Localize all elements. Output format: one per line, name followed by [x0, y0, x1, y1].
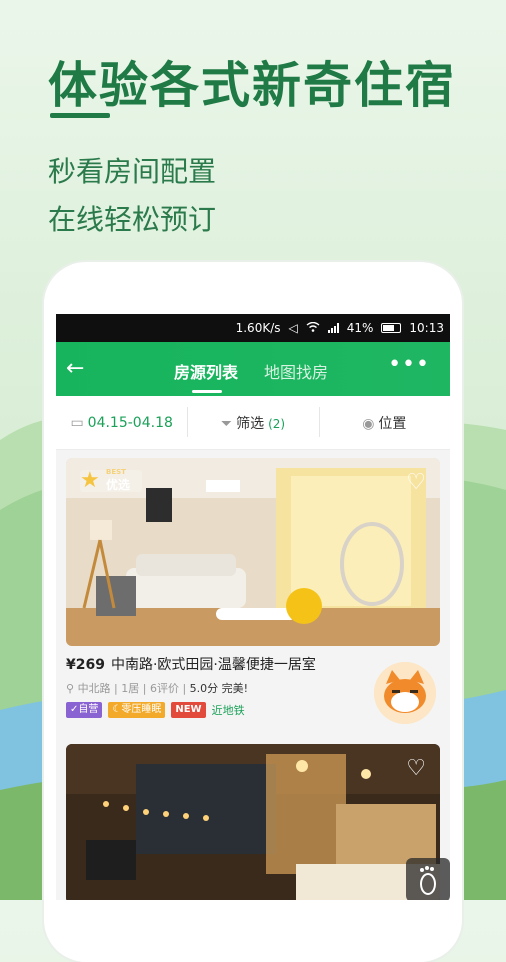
meta-reviews: 6评价: [149, 682, 179, 695]
meta-score: 5.0分: [189, 682, 219, 695]
battery-percent: 41%: [346, 321, 374, 335]
listing-photo[interactable]: ★ BEST 优选 ♡: [66, 458, 440, 646]
footprint-button[interactable]: [406, 858, 450, 900]
best-word: BEST: [106, 468, 126, 476]
promo-line-2: 在线轻松预订: [48, 203, 217, 236]
filter-button[interactable]: ⏷ 筛选 (2): [187, 406, 318, 437]
tag-sleep-label: 零压睡眠: [121, 704, 162, 715]
listing-price: ¥269: [66, 657, 105, 673]
date-range: 04.15-04.18: [87, 414, 173, 431]
best-label: 优选: [106, 478, 131, 492]
filter-bar: ▭ 04.15-04.18 ⏷ 筛选 (2) ◉ 位置: [56, 396, 450, 450]
tag-new: NEW: [171, 702, 206, 718]
tag-self-run-label: 自营: [78, 704, 99, 715]
bedroom-image: [66, 744, 440, 900]
tag-metro: 近地铁: [211, 704, 245, 717]
back-arrow-icon[interactable]: ←: [66, 356, 84, 381]
cat-face-icon: [374, 662, 436, 724]
location-filter[interactable]: ◉ 位置: [318, 406, 450, 437]
moon-icon: ☾: [112, 704, 122, 715]
tag-sleep: ☾零压睡眠: [108, 702, 166, 718]
pin-icon: ⚲: [66, 682, 75, 695]
meta-rooms: 1居: [121, 682, 140, 695]
network-speed: 1.60K/s: [235, 321, 281, 335]
tag-self-run: ✓自营: [66, 702, 103, 718]
more-icon[interactable]: •••: [388, 352, 430, 377]
clock: 10:13: [409, 321, 444, 335]
filter-count: (2): [268, 416, 286, 431]
location-label: 位置: [378, 415, 407, 432]
listing-photo-2[interactable]: ♡: [66, 744, 440, 900]
status-bar: 1.60K/s ◁ 41% 10:13: [56, 314, 450, 342]
tab-listing[interactable]: 房源列表: [174, 359, 238, 383]
battery-icon: [381, 323, 402, 333]
active-tab-indicator: [192, 390, 222, 393]
promo-line-1: 秒看房间配置: [48, 155, 217, 188]
best-badge: ★ BEST 优选: [80, 468, 142, 493]
mute-icon: ◁: [288, 321, 298, 335]
tab-map[interactable]: 地图找房: [264, 359, 328, 383]
meta-location: 中北路: [77, 682, 111, 695]
star-icon: ★: [80, 468, 100, 493]
meta-comment: 完美!: [221, 682, 249, 695]
listing-title: 中南路·欧式田园·温馨便捷一居室: [110, 657, 316, 673]
wifi-icon: [306, 321, 320, 335]
app-screen: 1.60K/s ◁ 41% 10:13 ← 房源列表 地图找房 ••• ▭ 04.…: [56, 314, 450, 900]
promo-headline: 体验各式新奇住宿: [48, 57, 457, 114]
location-pin-icon: ◉: [362, 415, 375, 432]
favorite-heart-icon-2[interactable]: ♡: [406, 756, 426, 781]
headline-underline: [50, 113, 110, 118]
top-navbar: ← 房源列表 地图找房 •••: [56, 342, 450, 396]
calendar-icon: ▭: [70, 414, 84, 431]
funnel-icon: ⏷: [220, 415, 233, 432]
footprint-icon: [420, 866, 436, 895]
favorite-heart-icon[interactable]: ♡: [406, 470, 426, 495]
host-avatar[interactable]: [374, 662, 436, 724]
date-filter[interactable]: ▭ 04.15-04.18: [56, 415, 187, 431]
signal-icon: [327, 323, 339, 333]
filter-label: 筛选: [236, 415, 265, 432]
